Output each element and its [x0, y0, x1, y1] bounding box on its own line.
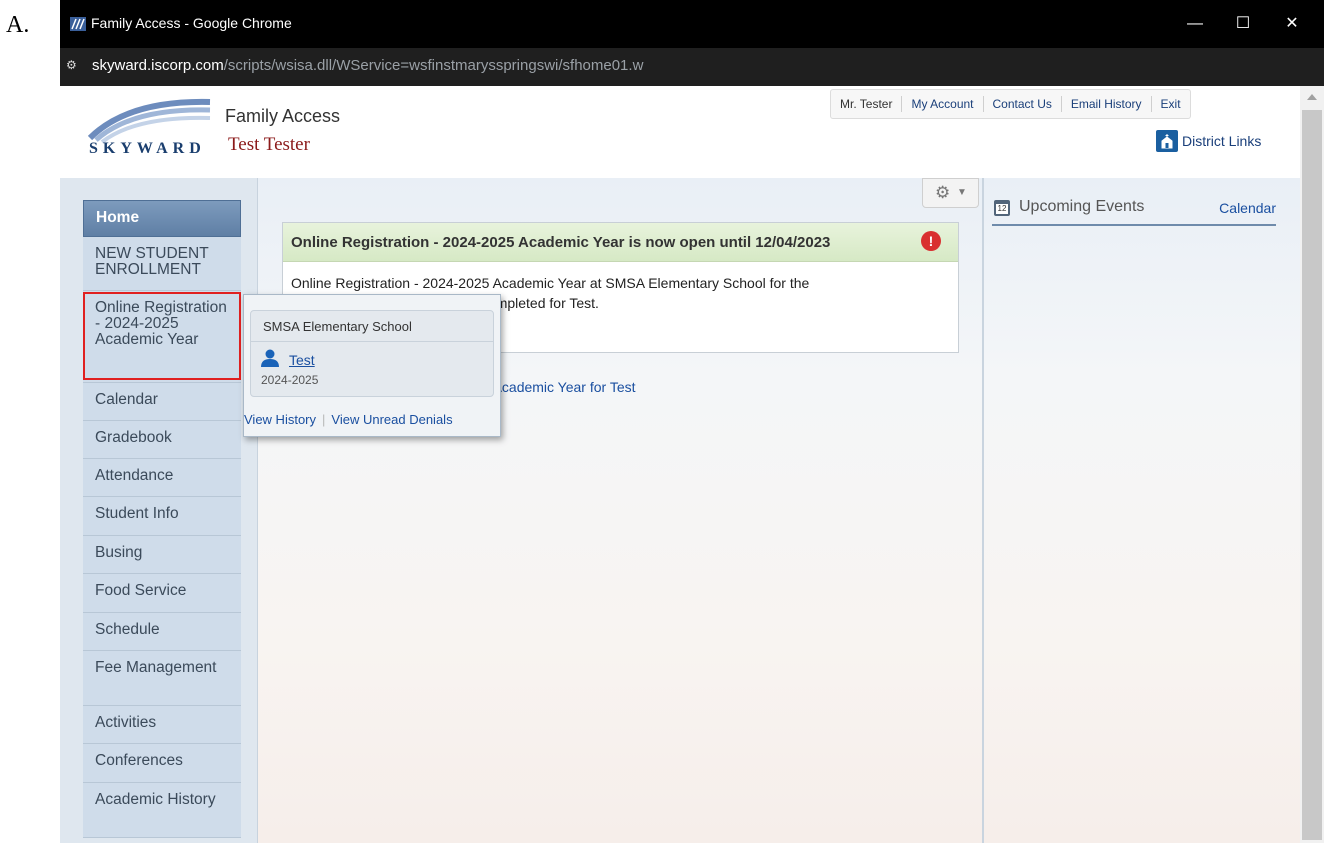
sidebar-item-schedule[interactable]: Schedule [83, 613, 241, 651]
maximize-button[interactable]: ☐ [1223, 10, 1263, 38]
sidebar-item-attendance[interactable]: Attendance [83, 459, 241, 497]
app-title: Family Access [225, 106, 341, 126]
gear-icon: ⚙ [935, 183, 951, 202]
view-unread-denials-link[interactable]: View Unread Denials [331, 412, 452, 427]
url-text[interactable]: skyward.iscorp.com/scripts/wsisa.dll/WSe… [92, 57, 643, 74]
message-header: Online Registration - 2024-2025 Academic… [283, 223, 958, 262]
nav-email-history[interactable]: Email History [1060, 96, 1151, 112]
highlight-box [83, 292, 241, 380]
person-icon [261, 349, 279, 367]
top-nav: Mr. Tester My Account Contact Us Email H… [830, 89, 1191, 119]
header: SKYWARD Family Access Test Tester Mr. Te… [60, 86, 1300, 176]
address-bar[interactable]: ⚙ skyward.iscorp.com/scripts/wsisa.dll/W… [60, 48, 1324, 86]
sidebar-item-conferences[interactable]: Conferences [83, 744, 241, 783]
browser-window: Family Access - Google Chrome — ☐ ✕ ⚙ sk… [60, 0, 1324, 843]
upcoming-events-title: Upcoming Events [1019, 198, 1145, 215]
site-settings-icon[interactable]: ⚙ [66, 58, 86, 76]
close-button[interactable]: ✕ [1272, 10, 1312, 38]
sidebar-item-new-student-enrollment[interactable]: NEW STUDENT ENROLLMENT [83, 237, 241, 291]
calendar-icon: 12 [994, 200, 1010, 216]
sidebar-item-student-info[interactable]: Student Info [83, 497, 241, 536]
nav-exit[interactable]: Exit [1150, 96, 1190, 112]
sidebar-item-home[interactable]: Home [83, 200, 241, 237]
settings-menu-button[interactable]: ⚙ ▼ [922, 178, 979, 208]
nav-user: Mr. Tester [840, 97, 893, 111]
calendar-link[interactable]: Calendar [1219, 200, 1276, 216]
scroll-thumb[interactable] [1302, 110, 1322, 840]
message-heading: Online Registration - 2024-2025 Academic… [291, 234, 831, 251]
sidebar-item-calendar[interactable]: Calendar [83, 383, 241, 421]
school-year: 2024-2025 [261, 373, 319, 387]
district-links[interactable]: District Links [1156, 130, 1261, 152]
message-line-1: Online Registration - 2024-2025 Academic… [291, 275, 810, 291]
upcoming-events-header: 12 Upcoming Events Calendar [992, 196, 1276, 226]
figure-label: A. [6, 12, 30, 38]
window-title: Family Access - Google Chrome [91, 15, 292, 31]
url-path: /scripts/wsisa.dll/WService=wsfinstmarys… [223, 57, 644, 74]
link-separator: | [322, 412, 326, 427]
sidebar-item-fee-management[interactable]: Fee Management [83, 651, 241, 706]
caret-down-icon: ▼ [957, 187, 967, 198]
card-divider [251, 341, 493, 342]
student-link[interactable]: Test [289, 352, 315, 368]
panel-divider [982, 178, 984, 843]
page-scrollbar[interactable] [1300, 86, 1324, 843]
view-history-link[interactable]: View History [244, 412, 316, 427]
student-popup: SMSA Elementary School Test 2024-2025 Vi… [243, 294, 501, 437]
url-host: skyward.iscorp.com [92, 57, 224, 74]
sidebar-item-activities[interactable]: Activities [83, 706, 241, 744]
logo-text: SKYWARD [89, 140, 206, 157]
sidebar-item-academic-history[interactable]: Academic History [83, 783, 241, 838]
calendar-icon-day: 12 [996, 204, 1008, 214]
sidebar-item-busing[interactable]: Busing [83, 536, 241, 574]
user-name: Test Tester [228, 134, 310, 155]
nav-contact-us[interactable]: Contact Us [982, 96, 1061, 112]
title-bar: Family Access - Google Chrome — ☐ ✕ [60, 0, 1324, 48]
popup-links: View History | View Unread Denials [244, 412, 500, 427]
school-name: SMSA Elementary School [263, 319, 412, 334]
alert-icon: ! [921, 231, 941, 251]
school-card: SMSA Elementary School Test 2024-2025 [250, 310, 494, 397]
nav-my-account[interactable]: My Account [901, 96, 982, 112]
scroll-up-icon[interactable] [1307, 94, 1317, 100]
skyward-app-icon [70, 17, 86, 31]
sidebar-item-food-service[interactable]: Food Service [83, 574, 241, 613]
sidebar-item-gradebook[interactable]: Gradebook [83, 421, 241, 459]
district-links-label: District Links [1182, 133, 1262, 149]
minimize-button[interactable]: — [1175, 10, 1215, 38]
church-icon [1156, 130, 1178, 152]
